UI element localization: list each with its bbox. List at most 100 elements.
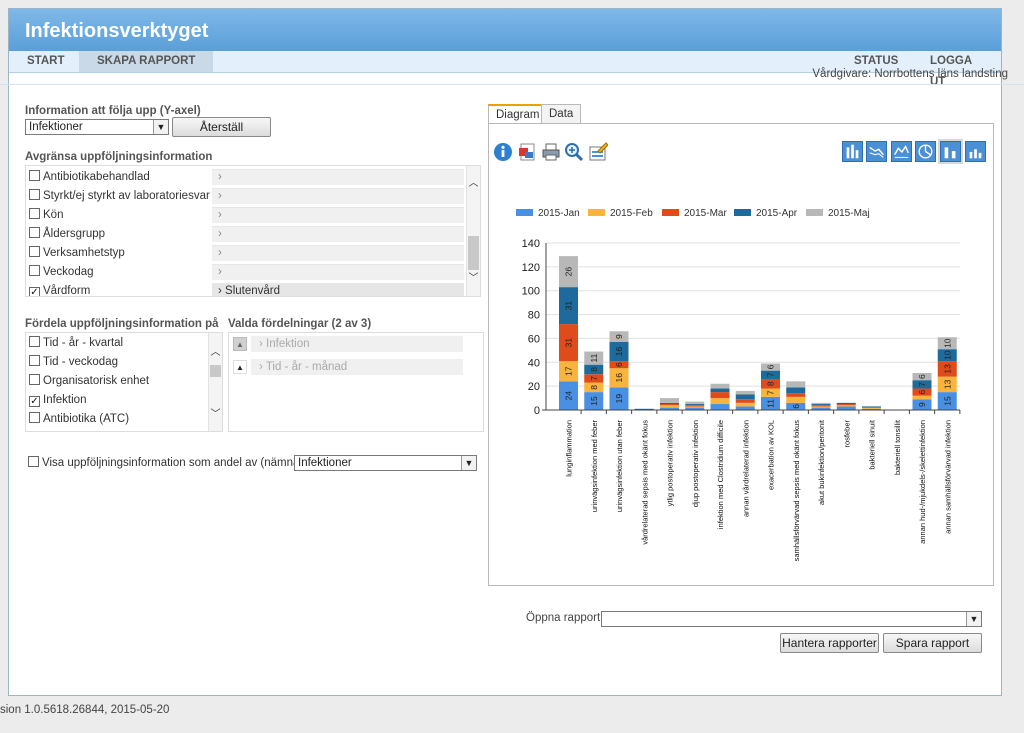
- data-label: 10: [942, 350, 952, 360]
- bar-segment: [786, 387, 806, 394]
- distribute-item[interactable]: Tid - år - kvartal: [29, 334, 123, 352]
- print-icon[interactable]: [541, 142, 561, 162]
- limit-value-field[interactable]: ›: [212, 245, 464, 261]
- distribute-scrollbar[interactable]: ︿ ﹀: [208, 333, 222, 431]
- share-checkbox-row[interactable]: Visa uppföljningsinformation som andel a…: [28, 454, 313, 472]
- limit-value-field[interactable]: ›: [212, 207, 464, 223]
- open-report-select[interactable]: ▼: [601, 611, 982, 627]
- manage-reports-button[interactable]: Hantera rapporter: [780, 633, 879, 653]
- distribute-item[interactable]: Tid - veckodag: [29, 353, 118, 371]
- limit-checkbox[interactable]: [29, 170, 40, 181]
- limit-item-label: Verksamhetstyp: [43, 247, 125, 259]
- area-chart-icon[interactable]: [891, 141, 912, 162]
- x-tick-label: infektion med Clostridium difficile: [716, 420, 725, 529]
- data-label: 6: [614, 362, 624, 367]
- limit-item[interactable]: Styrkt/ej styrkt av laboratoriesvar: [29, 187, 210, 205]
- legend-item[interactable]: 2015-Apr: [734, 208, 797, 219]
- chevron-down-icon[interactable]: ▼: [153, 120, 168, 134]
- limit-checkbox[interactable]: [29, 189, 40, 200]
- legend-item[interactable]: 2015-Feb: [588, 208, 653, 219]
- limit-checkbox[interactable]: [29, 208, 40, 219]
- distribute-checkbox[interactable]: ✓: [29, 396, 40, 407]
- limit-value-field[interactable]: ›: [212, 188, 464, 204]
- limit-checkbox[interactable]: ✓: [29, 287, 40, 296]
- limit-item[interactable]: ✓ Vårdform: [29, 282, 91, 297]
- limit-item[interactable]: Åldersgrupp: [29, 225, 105, 243]
- tab-data[interactable]: Data: [541, 104, 582, 123]
- data-label: 15: [589, 396, 599, 406]
- distribute-label: Fördela uppföljningsinformation på: [25, 318, 219, 330]
- reset-button[interactable]: Återställ: [172, 117, 271, 137]
- limit-value: Slutenvård: [225, 285, 281, 297]
- scroll-down-icon[interactable]: ﹀: [467, 269, 480, 284]
- selected-item[interactable]: › Tid - år - månad: [251, 359, 463, 375]
- chevron-down-icon[interactable]: ▼: [966, 612, 981, 626]
- limit-value-field[interactable]: ›: [212, 226, 464, 242]
- bar-segment: [660, 404, 679, 406]
- legend-item[interactable]: 2015-Mar: [662, 208, 727, 219]
- move-up-button[interactable]: ▲: [233, 337, 247, 351]
- info-icon[interactable]: [493, 142, 513, 162]
- move-up-button[interactable]: ▲: [233, 360, 247, 374]
- distribute-checkbox[interactable]: [29, 374, 40, 385]
- limit-scrollbar[interactable]: ︿ ﹀: [466, 166, 480, 296]
- distribute-item[interactable]: Antibiotika (ATC): [29, 410, 129, 428]
- distribute-checkbox[interactable]: [29, 336, 40, 347]
- selected-label: Valda fördelningar (2 av 3): [228, 318, 372, 330]
- data-label: 19: [614, 394, 624, 404]
- limit-value-field[interactable]: ›: [212, 169, 464, 185]
- x-tick-label: ytlig postoperativ infektion: [666, 420, 675, 506]
- bar-segment: [811, 406, 831, 408]
- bar-chart-icon[interactable]: [842, 141, 863, 162]
- limit-item[interactable]: Kön: [29, 206, 63, 224]
- legend-label: 2015-Maj: [828, 208, 870, 219]
- share-checkbox[interactable]: [28, 456, 39, 467]
- x-tick-label: bakteriell tonsillit: [893, 419, 902, 475]
- limit-value-field[interactable]: › Slutenvård: [212, 283, 464, 297]
- bar-segment: [836, 404, 856, 406]
- scroll-thumb[interactable]: [468, 236, 479, 270]
- limit-item[interactable]: Veckodag: [29, 263, 94, 281]
- nav-start[interactable]: START: [9, 51, 82, 72]
- export-pdf-icon[interactable]: [518, 142, 538, 162]
- distribute-item[interactable]: ✓ Infektion: [29, 391, 86, 409]
- pie-chart-icon[interactable]: [915, 141, 936, 162]
- distribute-item[interactable]: Organisatorisk enhet: [29, 372, 149, 390]
- zoom-icon[interactable]: [564, 142, 584, 162]
- bar-segment: [786, 393, 806, 397]
- legend-item[interactable]: 2015-Maj: [806, 208, 870, 219]
- limit-checkbox[interactable]: [29, 227, 40, 238]
- scroll-down-icon[interactable]: ﹀: [209, 405, 222, 420]
- scroll-up-icon[interactable]: ︿: [209, 343, 222, 358]
- edit-chart-icon[interactable]: [588, 142, 608, 162]
- y-tick-label: 60: [528, 333, 540, 345]
- scroll-thumb[interactable]: [210, 365, 221, 377]
- line-chart-icon[interactable]: [866, 141, 887, 162]
- x-tick-label: vårdrelaterad sepsis med okänt fokus: [640, 420, 649, 545]
- percent-bar-chart-icon[interactable]: [965, 141, 986, 162]
- limit-item[interactable]: Antibiotikabehandlad: [29, 168, 150, 186]
- limit-item-label: Veckodag: [43, 266, 94, 278]
- limit-value-field[interactable]: ›: [212, 264, 464, 280]
- stacked-bar-chart-icon[interactable]: [940, 141, 961, 162]
- nav-create-report[interactable]: SKAPA RAPPORT: [79, 51, 214, 72]
- distribute-checkbox[interactable]: [29, 355, 40, 366]
- selected-item[interactable]: › Infektion: [251, 336, 463, 352]
- limit-checkbox[interactable]: [29, 265, 40, 276]
- share-select[interactable]: Infektioner ▼: [294, 455, 477, 471]
- tab-diagram[interactable]: Diagram: [488, 104, 548, 124]
- selected-item-label: Tid - år - månad: [265, 361, 348, 373]
- save-report-button[interactable]: Spara rapport: [883, 633, 982, 653]
- distribute-checkbox[interactable]: [29, 412, 40, 423]
- bar-segment: [786, 396, 806, 403]
- limit-checkbox[interactable]: [29, 246, 40, 257]
- limit-item-label: Vårdform: [43, 285, 91, 297]
- legend-item[interactable]: 2015-Jan: [516, 208, 580, 219]
- limit-item-label: Kön: [43, 209, 64, 221]
- yaxis-select[interactable]: Infektioner ▼: [25, 119, 169, 135]
- limit-item[interactable]: Verksamhetstyp: [29, 244, 125, 262]
- chevron-down-icon[interactable]: ▼: [461, 456, 476, 470]
- y-tick-label: 140: [522, 238, 540, 250]
- x-tick-label: akut bukinfektion/peritonit: [817, 419, 826, 505]
- scroll-up-icon[interactable]: ︿: [467, 174, 480, 189]
